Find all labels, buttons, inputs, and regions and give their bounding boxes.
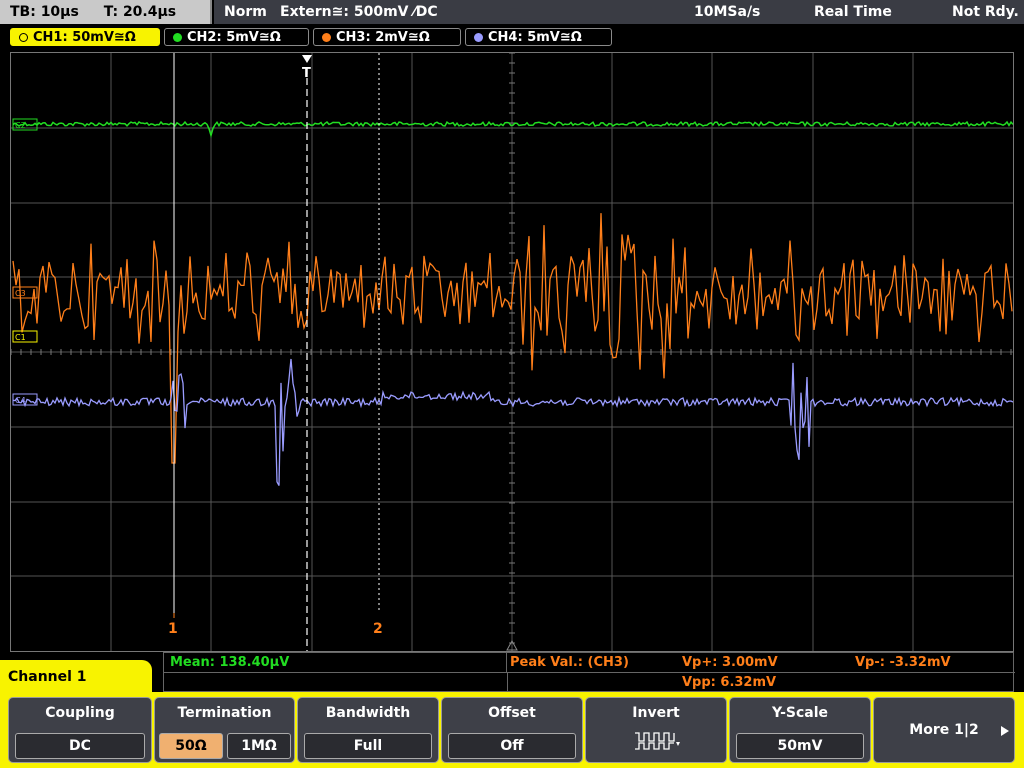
channel-tab-ch4[interactable]: CH4: 5mV≅Ω	[465, 28, 612, 46]
cursor-1-label: 1	[168, 621, 178, 637]
chevron-right-icon	[1001, 726, 1009, 736]
svg-text:C1: C1	[15, 333, 26, 342]
peak-value-label: Peak Val.: (CH3)	[510, 655, 629, 670]
ready-state: Not Rdy.	[952, 4, 1019, 20]
channel-tab-ch3[interactable]: CH3: 2mV≅Ω	[313, 28, 461, 46]
vpp-measurement: Vpp: 6.32mV	[682, 675, 777, 690]
ch4-trace	[12, 358, 1013, 486]
svg-text:C2: C2	[15, 121, 26, 130]
ch1-indicator-icon	[19, 33, 28, 42]
trigger-time-readout: T: 20.4µs	[103, 4, 177, 20]
yscale-title: Y-Scale	[771, 705, 828, 721]
acquisition-mode: Real Time	[814, 4, 892, 20]
termination-50ohm-option[interactable]: 50Ω	[159, 733, 223, 759]
more-label: More 1|2	[909, 722, 979, 738]
coupling-title: Coupling	[45, 705, 115, 721]
coupling-value[interactable]: DC	[15, 733, 145, 759]
yscale-softkey[interactable]: Y-Scale 50mV	[729, 697, 871, 763]
svg-text:C4: C4	[15, 396, 26, 405]
invert-title: Invert	[632, 705, 680, 721]
vp-minus-measurement: Vp-: -3.32mV	[855, 655, 951, 670]
timebase-box[interactable]: TB: 10µs T: 20.4µs	[0, 0, 212, 24]
coupling-softkey[interactable]: Coupling DC	[8, 697, 152, 763]
channel-tab-label: CH4: 5mV≅Ω	[488, 30, 582, 45]
termination-title: Termination	[177, 705, 272, 721]
ch1-offset-tag: C1	[12, 330, 38, 343]
channel-tab-ch2[interactable]: CH2: 5mV≅Ω	[164, 28, 309, 46]
offset-title: Offset	[488, 705, 536, 721]
trigger-marker: T	[302, 66, 311, 81]
offset-softkey[interactable]: Offset Off	[441, 697, 583, 763]
timebase-readout: TB: 10µs	[10, 4, 79, 20]
channel-tab-label: CH3: 2mV≅Ω	[336, 30, 430, 45]
invert-softkey[interactable]: Invert	[585, 697, 727, 763]
channel-tab-label: CH1: 50mV≅Ω	[33, 30, 136, 45]
yscale-value[interactable]: 50mV	[736, 733, 864, 759]
ch3-indicator-icon	[322, 33, 331, 42]
trigger-source: Extern≅: 500mV ⁄DC	[280, 4, 438, 20]
trigger-status-box[interactable]: Norm Extern≅: 500mV ⁄DC 10MSa/s Real Tim…	[214, 0, 1024, 24]
svg-text:C3: C3	[15, 289, 26, 298]
vp-plus-measurement: Vp+: 3.00mV	[682, 655, 778, 670]
ch4-offset-tag: C4	[12, 393, 38, 406]
trigger-arrow-icon	[302, 55, 312, 63]
more-softkey[interactable]: More 1|2	[873, 697, 1015, 763]
mean-measurement: Mean: 138.40µV	[170, 655, 290, 670]
waveform-display[interactable]: T 1 2 C2 C3 C1 C4	[10, 52, 1014, 652]
bandwidth-value[interactable]: Full	[304, 733, 432, 759]
invert-waveform-icon	[635, 732, 680, 750]
offset-value[interactable]: Off	[448, 733, 576, 759]
sample-rate: 10MSa/s	[694, 4, 761, 20]
bandwidth-softkey[interactable]: Bandwidth Full	[297, 697, 439, 763]
cursor-2-label: 2	[373, 621, 383, 637]
channel-tab-ch1[interactable]: CH1: 50mV≅Ω	[10, 28, 160, 46]
bandwidth-title: Bandwidth	[325, 705, 411, 721]
termination-softkey[interactable]: Termination 50Ω 1MΩ	[154, 697, 295, 763]
trigger-mode: Norm	[224, 4, 267, 20]
measurement-panel: Mean: 138.40µV Peak Val.: (CH3) Vp+: 3.0…	[163, 652, 1015, 693]
ch4-indicator-icon	[474, 33, 483, 42]
ch2-indicator-icon	[173, 33, 182, 42]
channel-tab-label: CH2: 5mV≅Ω	[187, 30, 281, 45]
termination-1mohm-option[interactable]: 1MΩ	[227, 733, 291, 759]
waveform-plot: T 1 2 C2 C3 C1 C4	[11, 53, 1013, 651]
status-bar: TB: 10µs T: 20.4µs Norm Extern≅: 500mV ⁄…	[0, 0, 1024, 24]
